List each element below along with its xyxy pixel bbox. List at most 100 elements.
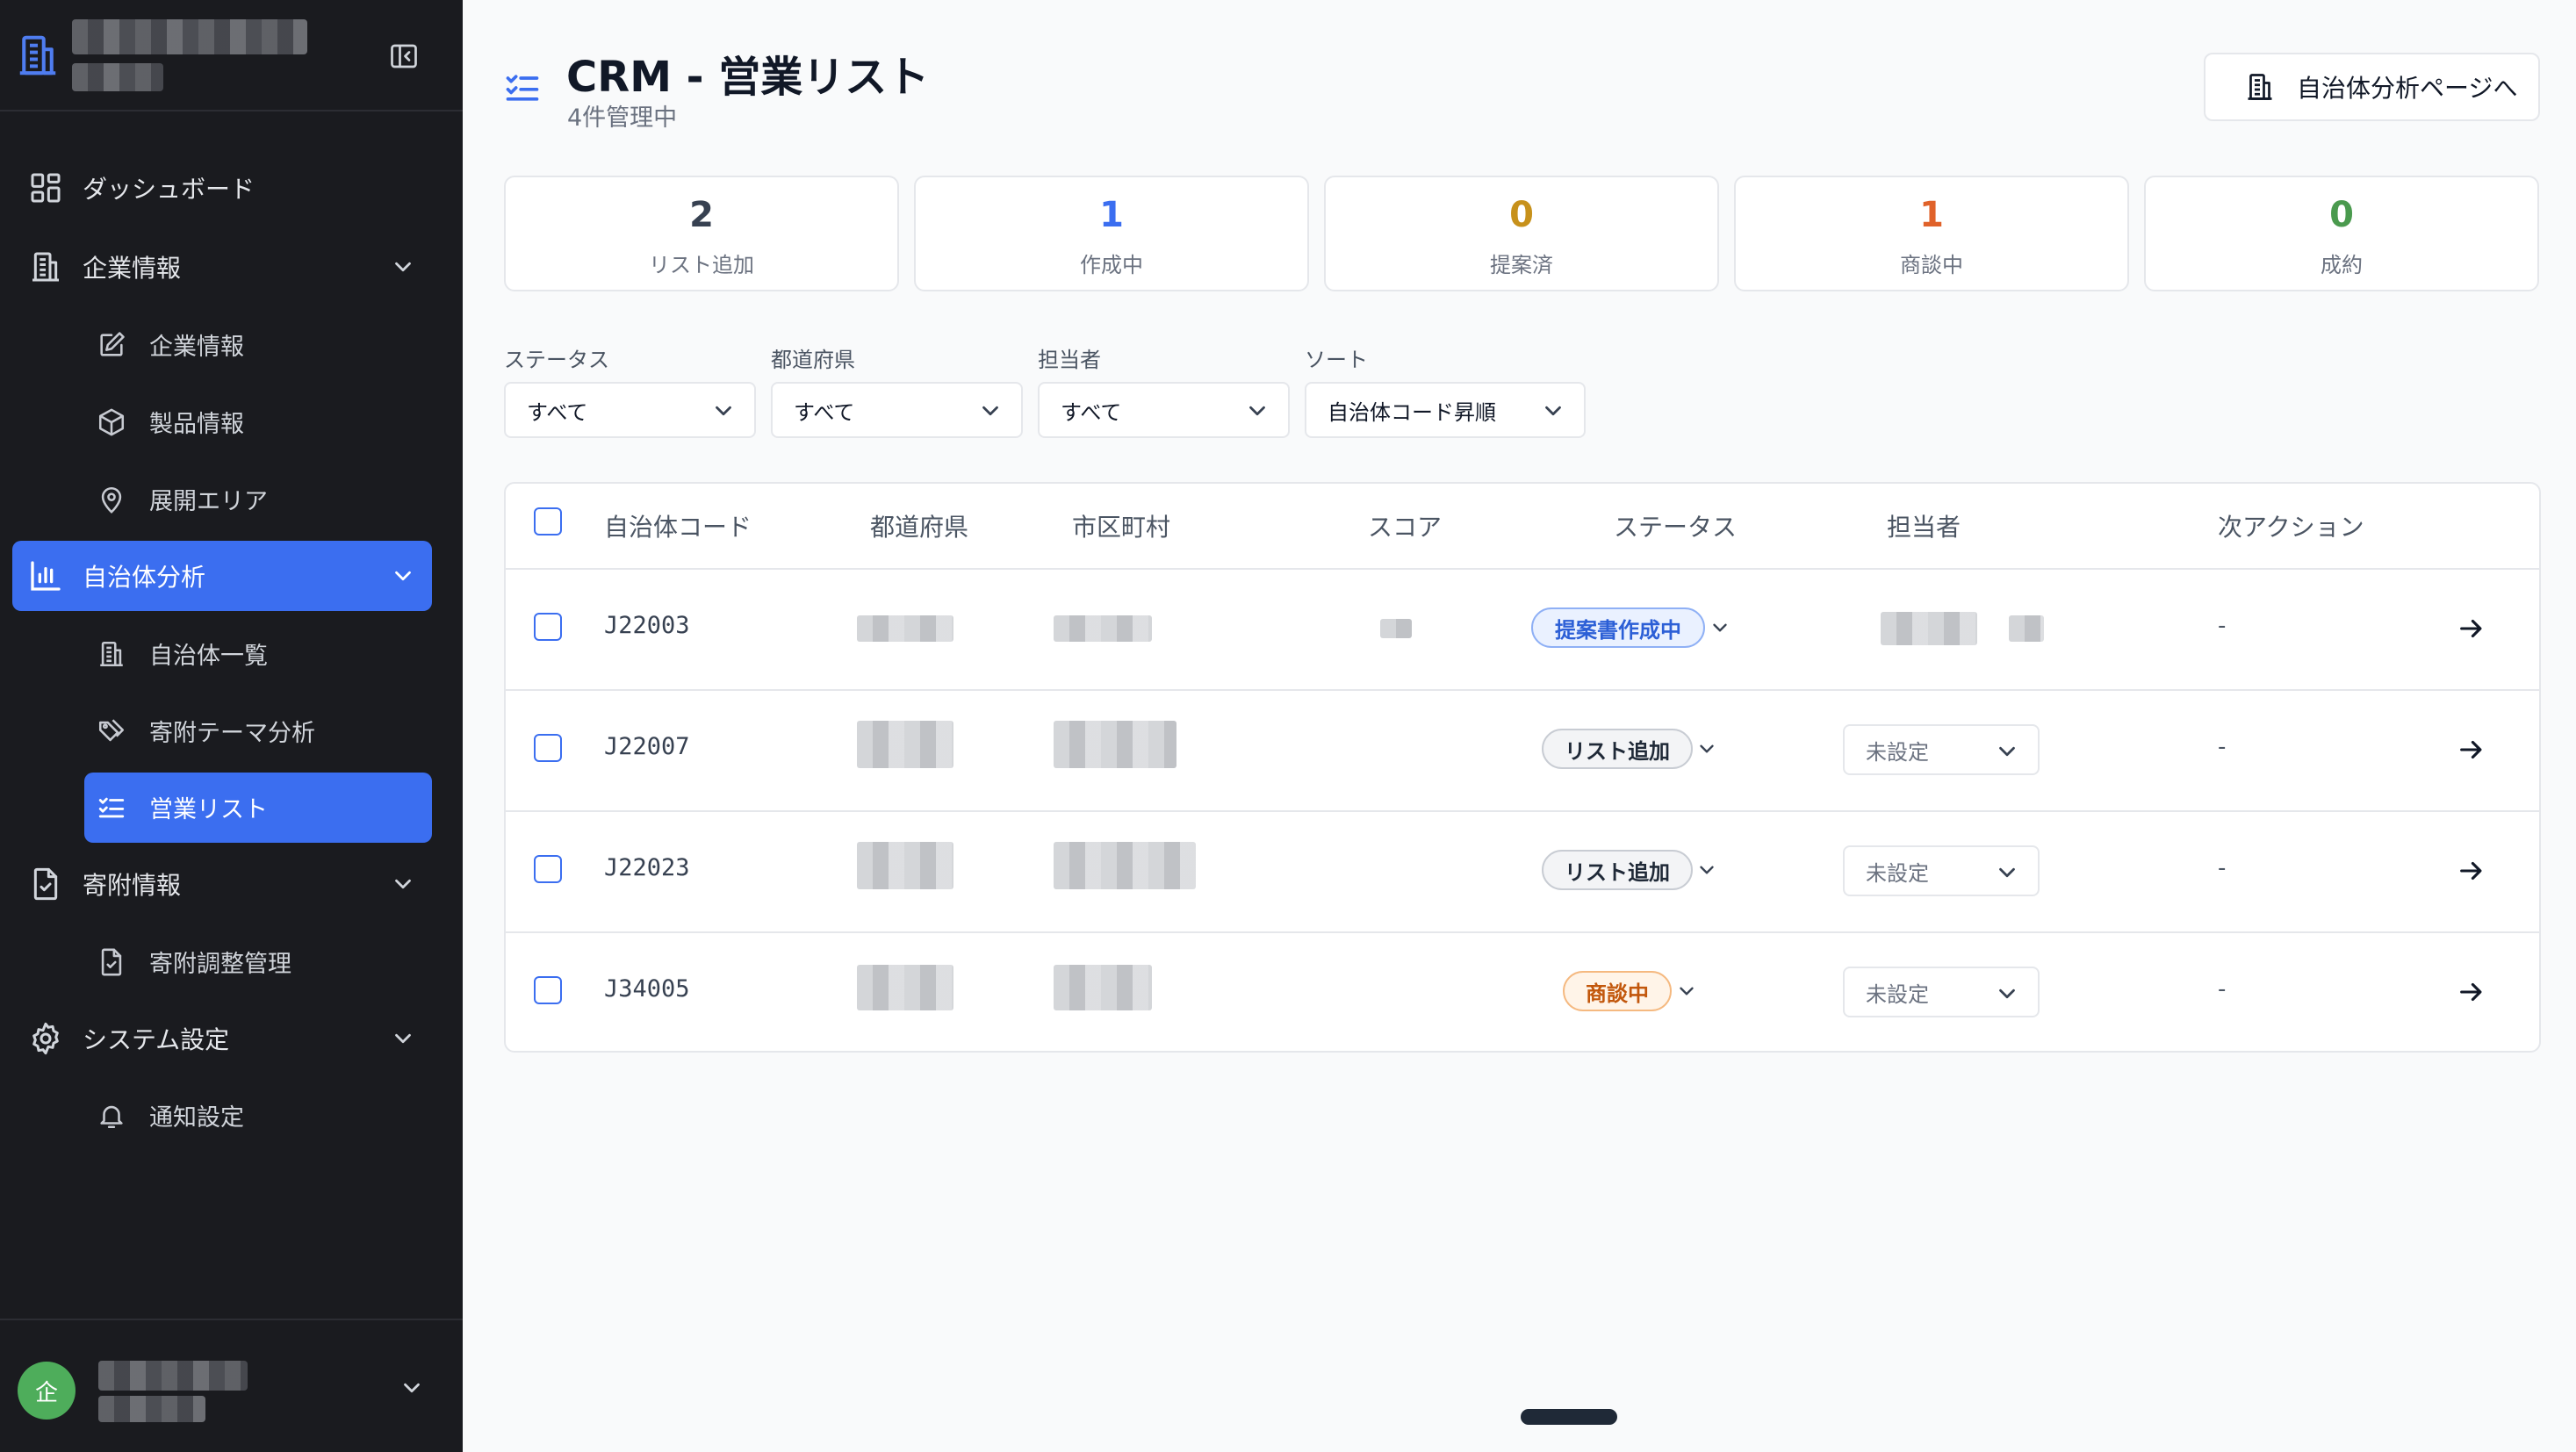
filter-status-label: ステータス <box>504 348 609 372</box>
score-redacted <box>1380 619 1412 638</box>
chevron-down-icon[interactable] <box>1695 859 1718 881</box>
sidebar-item-area[interactable]: 展開エリア <box>97 482 268 516</box>
filter-sort-select[interactable]: 自治体コード昇順 <box>1305 382 1586 438</box>
row-divider <box>506 568 2539 570</box>
sidebar-item-label: ダッシュボード <box>83 175 255 204</box>
avatar: 企 <box>18 1362 76 1420</box>
sidebar-item-label: 営業リスト <box>149 796 268 823</box>
chevron-down-icon <box>1994 981 2020 1007</box>
building-icon <box>28 249 63 284</box>
status-badge[interactable]: 商談中 <box>1563 971 1672 1011</box>
building-logo-icon <box>14 32 61 79</box>
sidebar-item-sales-list[interactable]: 営業リスト <box>97 790 268 824</box>
arrow-right-icon[interactable] <box>2457 856 2486 886</box>
sidebar-collapse-icon[interactable] <box>386 40 421 72</box>
list-check-icon <box>97 793 126 823</box>
stat-value: 1 <box>1919 195 1944 235</box>
file-check-icon <box>97 947 126 977</box>
prefecture-redacted <box>857 965 953 1010</box>
chevron-down-icon <box>710 398 737 424</box>
sidebar-item-dashboard[interactable]: ダッシュボード <box>28 170 255 205</box>
select-value: 自治体コード昇順 <box>1328 399 1496 425</box>
stat-value: 0 <box>1509 195 1534 235</box>
user-menu[interactable]: 企 <box>0 1319 463 1452</box>
sidebar-item-label: 製品情報 <box>149 411 244 438</box>
column-header-assignee[interactable]: 担当者 <box>1887 508 1961 543</box>
dashboard-icon <box>28 170 63 205</box>
column-header-code[interactable]: 自治体コード <box>604 508 752 543</box>
row-divider <box>506 810 2539 812</box>
chevron-down-icon <box>1994 859 2020 886</box>
sidebar-item-products[interactable]: 製品情報 <box>97 405 244 439</box>
municipality-code: J22003 <box>604 612 690 639</box>
sidebar-item-system[interactable]: システム設定 <box>28 1021 229 1056</box>
chevron-down-icon[interactable] <box>390 254 416 280</box>
chevron-down-icon[interactable] <box>1675 980 1698 1003</box>
sidebar-item-donation-theme[interactable]: 寄附テーマ分析 <box>97 714 315 748</box>
column-header-score[interactable]: スコア <box>1368 508 1442 543</box>
chevron-down-icon[interactable] <box>1709 616 1731 639</box>
sidebar-item-label: 寄附調整管理 <box>149 951 291 978</box>
filter-status-select[interactable]: すべて <box>504 382 756 438</box>
sidebar-item-municipality-analysis[interactable]: 自治体分析 <box>28 558 205 593</box>
status-badge[interactable]: リスト追加 <box>1542 729 1693 769</box>
chevron-down-icon[interactable] <box>390 871 416 897</box>
municipality-code: J22023 <box>604 854 690 881</box>
city-redacted <box>1054 721 1176 768</box>
stat-value: 1 <box>1099 195 1124 235</box>
horizontal-scrollbar[interactable] <box>1521 1409 1617 1425</box>
row-checkbox[interactable] <box>534 976 562 1004</box>
assignee-redacted <box>2009 615 2044 642</box>
sidebar-item-label: 通知設定 <box>149 1104 244 1132</box>
filter-assignee-select[interactable]: すべて <box>1038 382 1290 438</box>
prefecture-redacted <box>857 721 953 768</box>
sidebar-item-label: 自治体分析 <box>83 563 206 592</box>
chevron-down-icon[interactable] <box>390 563 416 589</box>
status-badge[interactable]: リスト追加 <box>1542 850 1693 890</box>
arrow-right-icon[interactable] <box>2457 735 2486 765</box>
assignee-select[interactable]: 未設定 <box>1843 967 2040 1017</box>
chevron-down-icon <box>1540 398 1566 424</box>
city-redacted <box>1054 615 1152 642</box>
municipality-analysis-button[interactable]: 自治体分析ページへ <box>2204 53 2540 121</box>
list-check-icon <box>503 68 542 107</box>
box-icon <box>97 407 126 437</box>
column-header-city[interactable]: 市区町村 <box>1072 508 1170 543</box>
sidebar-item-municipality-list[interactable]: 自治体一覧 <box>97 636 268 671</box>
sidebar-item-donation[interactable]: 寄附情報 <box>28 866 181 902</box>
building-icon <box>2244 71 2276 103</box>
select-value: 未設定 <box>1866 860 1929 886</box>
row-checkbox[interactable] <box>534 613 562 641</box>
row-checkbox[interactable] <box>534 734 562 762</box>
next-action: - <box>2218 734 2227 760</box>
tags-icon <box>97 716 126 746</box>
filter-prefecture-select[interactable]: すべて <box>771 382 1023 438</box>
column-header-next-action[interactable]: 次アクション <box>2218 508 2364 543</box>
sidebar-item-company[interactable]: 企業情報 <box>28 249 181 284</box>
sidebar-item-donation-adjust[interactable]: 寄附調整管理 <box>97 945 291 979</box>
city-redacted <box>1054 842 1196 889</box>
status-badge[interactable]: 提案書作成中 <box>1531 607 1705 648</box>
chevron-down-icon <box>1994 738 2020 765</box>
assignee-select[interactable]: 未設定 <box>1843 845 2040 896</box>
column-header-status[interactable]: ステータス <box>1614 508 1737 543</box>
gear-icon <box>28 1021 63 1056</box>
sidebar-item-company-info[interactable]: 企業情報 <box>97 327 244 362</box>
column-header-prefecture[interactable]: 都道府県 <box>870 508 968 543</box>
stat-value: 2 <box>689 195 714 235</box>
chevron-down-icon[interactable] <box>1695 737 1718 760</box>
arrow-right-icon[interactable] <box>2457 977 2486 1007</box>
stat-card-proposed: 0 提案済 <box>1324 176 1719 291</box>
municipality-code: J34005 <box>604 975 690 1003</box>
sidebar-item-notification[interactable]: 通知設定 <box>97 1098 244 1132</box>
row-checkbox[interactable] <box>534 855 562 883</box>
chevron-down-icon[interactable] <box>390 1025 416 1052</box>
next-action: - <box>2218 855 2227 881</box>
stat-card-negotiating: 1 商談中 <box>1734 176 2129 291</box>
next-action: - <box>2218 976 2227 1003</box>
sidebar-item-label: 寄附テーマ分析 <box>149 720 315 747</box>
chevron-down-icon[interactable] <box>399 1375 425 1401</box>
assignee-select[interactable]: 未設定 <box>1843 724 2040 775</box>
arrow-right-icon[interactable] <box>2457 614 2486 643</box>
select-all-checkbox[interactable] <box>534 507 562 536</box>
